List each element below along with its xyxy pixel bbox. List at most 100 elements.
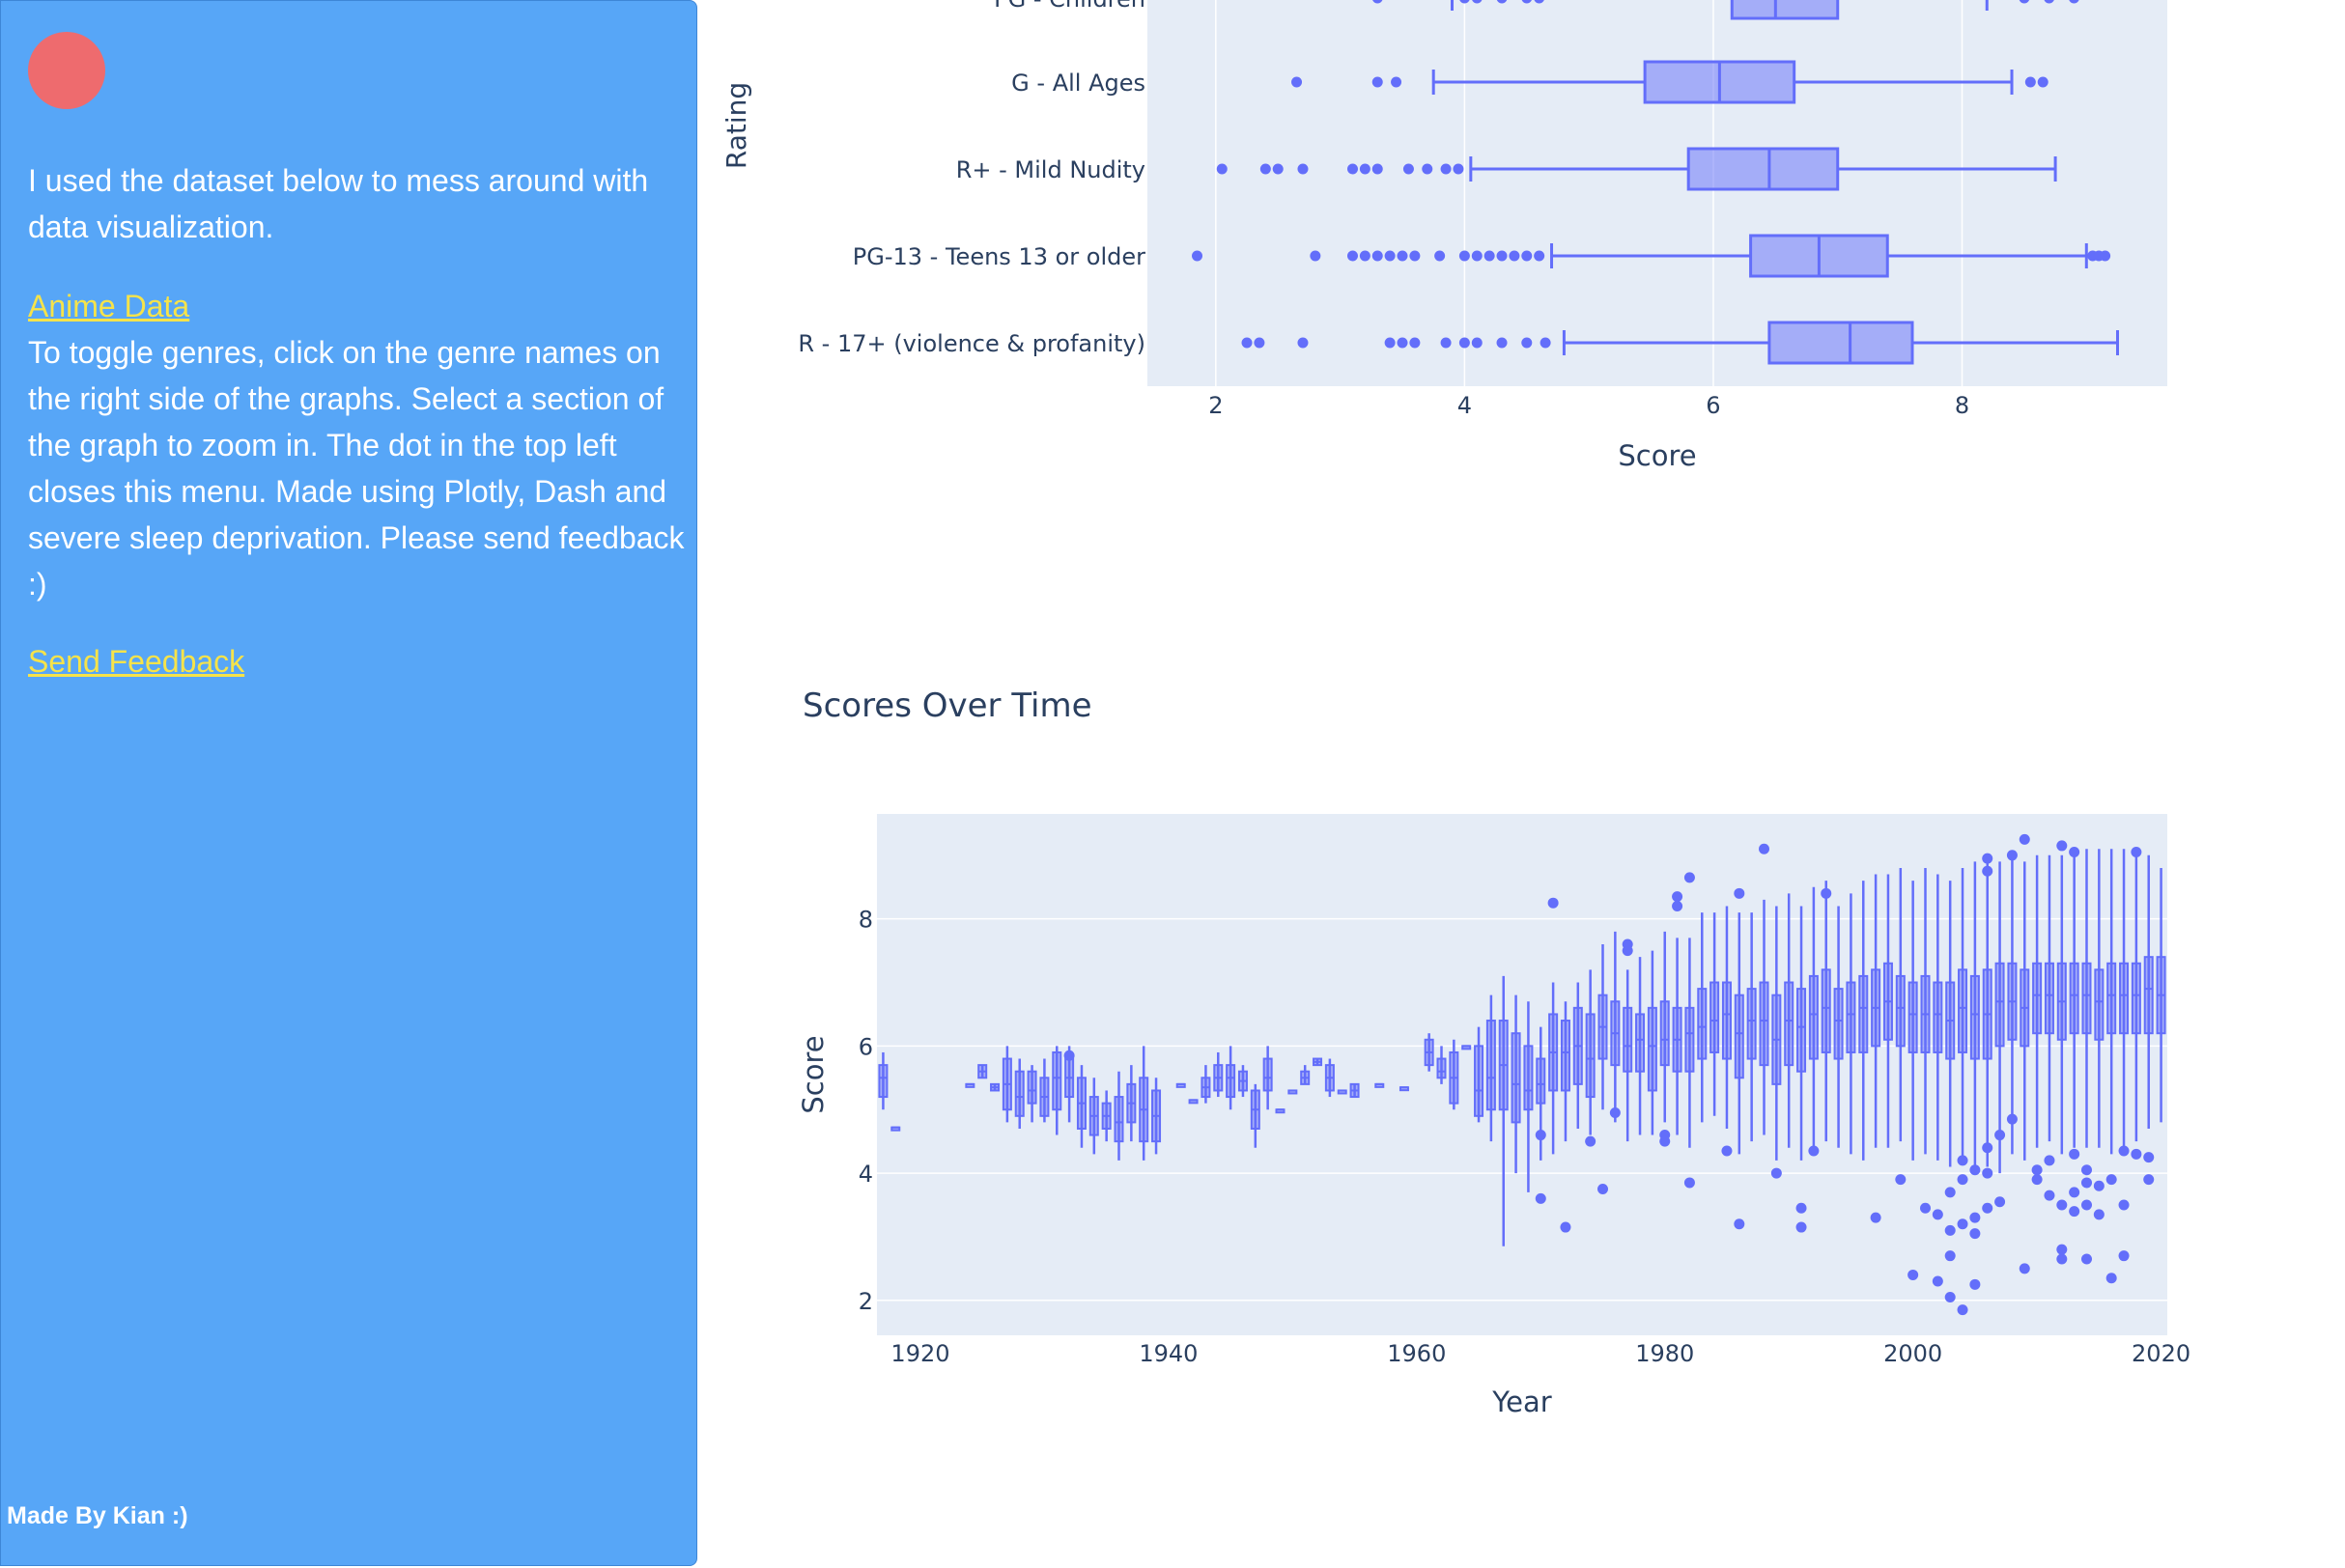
year-box-iqr [1734, 994, 1744, 1079]
year-outlier-point [2031, 1164, 2043, 1176]
year-box-iqr [1858, 974, 1869, 1053]
year-box-iqr [1907, 981, 1918, 1053]
year-box [1324, 1058, 1335, 1098]
rating-outlier-point [1496, 250, 1508, 262]
year-outlier-point [2069, 1187, 2080, 1198]
rating-outlier-point [2037, 76, 2048, 88]
year-box [977, 1064, 988, 1079]
year-box-iqr [1684, 1006, 1695, 1073]
rating-plot-background[interactable] [1147, 0, 2167, 386]
year-outlier-point [1944, 1187, 1956, 1198]
rating-outlier-point [1297, 163, 1309, 175]
year-outlier-point [2044, 1190, 2055, 1201]
year-outlier-point [1560, 1221, 1571, 1233]
year-outlier-point [1547, 897, 1559, 909]
year-outlier-point [2081, 1177, 2092, 1189]
rating-outlier-point [1471, 337, 1483, 349]
rating-outlier-point [1409, 337, 1421, 349]
rating-outlier-point [2100, 250, 2111, 262]
rating-category-label: R - 17+ (violence & profanity) [798, 330, 1145, 357]
year-box [1461, 1045, 1472, 1050]
rating-outlier-point [2024, 76, 2036, 88]
rating-outlier-point [1440, 337, 1452, 349]
time-x-tick-label: 1920 [890, 1340, 949, 1367]
year-outlier-point [1063, 1050, 1075, 1061]
year-outlier-point [2069, 1206, 2080, 1218]
rating-box-chart[interactable]: PG - Children G - All Ages R+ - Mild Nudit… [720, 0, 2167, 472]
year-box-iqr [1808, 974, 1819, 1060]
year-box-iqr [1958, 968, 1968, 1053]
time-x-tick-label: 1980 [1635, 1340, 1694, 1367]
year-outlier-point [2069, 1148, 2080, 1160]
year-outlier-point [2143, 1152, 2155, 1163]
rating-outlier-point [1397, 250, 1408, 262]
year-outlier-point [2118, 1199, 2130, 1211]
year-box-iqr [1821, 968, 1831, 1053]
chart-title: Scores Over Time [803, 686, 1092, 725]
year-box-iqr [1759, 981, 1769, 1067]
time-y-tick-label: 6 [859, 1033, 873, 1060]
year-outlier-point [1969, 1212, 1981, 1223]
time-x-axis-title: Year [1491, 1386, 1551, 1418]
rating-outlier-point [1359, 163, 1370, 175]
year-box-iqr [1262, 1057, 1273, 1092]
year-outlier-point [1957, 1304, 1968, 1316]
year-outlier-point [2056, 1253, 2068, 1265]
rating-box-iqr [1730, 0, 1840, 20]
send-feedback-link[interactable]: Send Feedback [28, 638, 244, 685]
year-outlier-point [1795, 1221, 1807, 1233]
rating-outlier-point [1254, 337, 1265, 349]
rating-category-label: G - All Ages [1011, 70, 1145, 97]
year-outlier-point [2056, 1244, 2068, 1255]
year-outlier-point [1944, 1250, 1956, 1262]
year-box-iqr [1721, 981, 1732, 1060]
year-outlier-point [1622, 945, 1633, 957]
year-outlier-point [1870, 1212, 1881, 1223]
rating-outlier-point [1471, 250, 1483, 262]
year-box-iqr [1436, 1057, 1447, 1079]
year-box-iqr [1226, 1064, 1236, 1099]
scores-over-time-chart[interactable]: Scores Over Time 2 4 6 8 1920 1940 1960 1980 200… [797, 686, 2190, 1418]
year-outlier-point [2056, 840, 2068, 852]
year-outlier-point [1734, 887, 1745, 899]
year-outlier-point [1683, 1177, 1695, 1189]
year-box-iqr [1027, 1070, 1037, 1105]
year-outlier-point [1920, 1202, 1931, 1214]
year-outlier-point [1759, 843, 1769, 854]
rating-outlier-point [1384, 250, 1396, 262]
year-outlier-point [1597, 1184, 1608, 1195]
rating-outlier-point [1458, 250, 1470, 262]
rating-outlier-point [1216, 163, 1228, 175]
year-outlier-point [1659, 1135, 1671, 1147]
close-menu-button[interactable] [28, 32, 105, 109]
year-outlier-point [1982, 1167, 1993, 1179]
rating-y-axis-title: Rating [720, 82, 752, 169]
rating-outlier-point [1496, 337, 1508, 349]
rating-outlier-point [1371, 163, 1383, 175]
year-box-iqr [1585, 1013, 1596, 1099]
year-outlier-point [1585, 1135, 1596, 1147]
year-outlier-point [2006, 850, 2018, 861]
rating-outlier-point [1434, 250, 1446, 262]
year-box [890, 1126, 901, 1132]
year-outlier-point [1683, 872, 1695, 883]
time-x-tick-label: 1940 [1139, 1340, 1198, 1367]
year-outlier-point [1969, 1278, 1981, 1290]
rating-outlier-point [1241, 337, 1253, 349]
year-box [1424, 1033, 1434, 1072]
year-outlier-point [2081, 1164, 2092, 1176]
year-box [1188, 1099, 1199, 1105]
rating-box-iqr [1686, 147, 1840, 191]
rating-outlier-point [1458, 337, 1470, 349]
year-outlier-point [1982, 1142, 1993, 1154]
rating-outlier-point [1346, 163, 1358, 175]
year-outlier-point [1535, 1192, 1546, 1204]
year-box-iqr [1485, 1020, 1496, 1111]
year-box-iqr [1511, 1032, 1521, 1124]
year-outlier-point [1957, 1174, 1968, 1186]
year-box-iqr [1846, 981, 1856, 1053]
anime-data-link[interactable]: Anime Data [28, 283, 189, 329]
year-outlier-point [2118, 1250, 2130, 1262]
rating-outlier-point [1297, 337, 1309, 349]
rating-outlier-point [1521, 337, 1533, 349]
